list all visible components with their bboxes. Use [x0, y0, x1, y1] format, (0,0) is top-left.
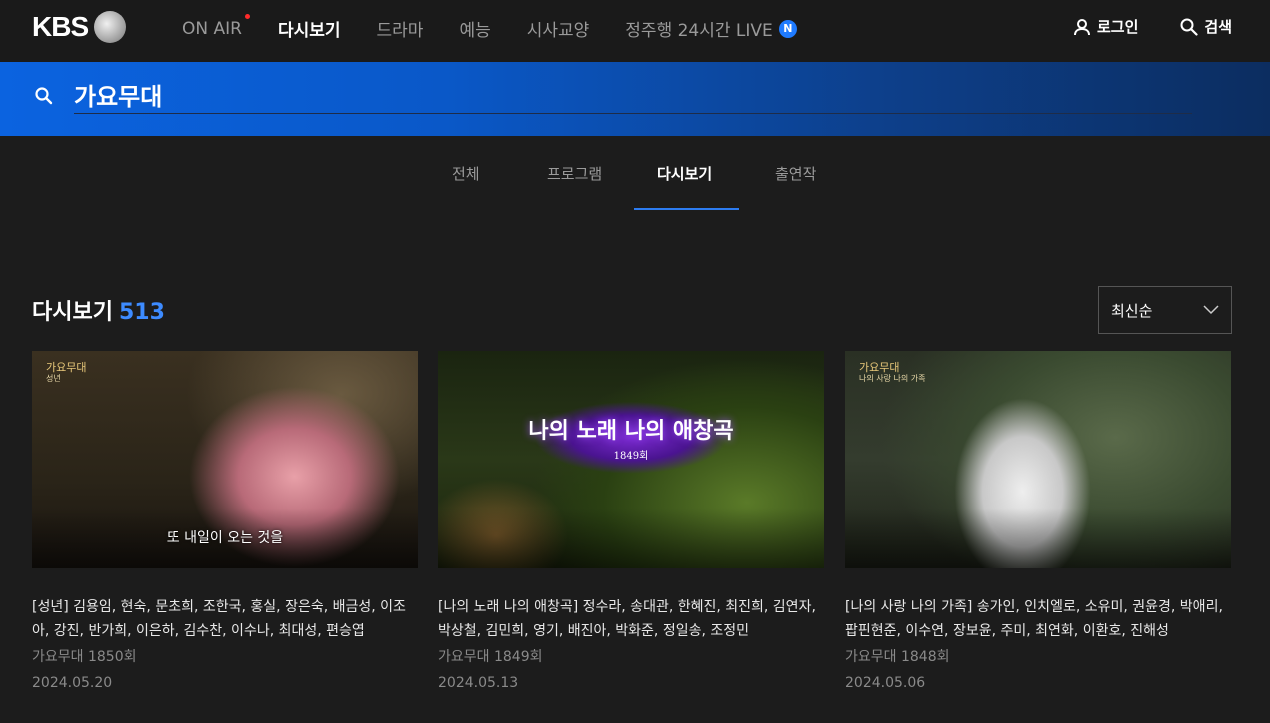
thumbnail-shade — [438, 508, 824, 568]
video-card[interactable]: 가요무대 성년 또 내일이 오는 것을 [성년] 김용임, 현숙, 문초희, 조… — [32, 351, 418, 695]
nav-item-label: 드라마 — [376, 21, 424, 41]
video-program: 가요무대 1849회 — [438, 649, 543, 665]
result-count: 513 — [118, 300, 165, 325]
nav-item-entertainment[interactable]: 예능 — [459, 16, 490, 41]
search-label: 검색 — [1204, 18, 1232, 36]
live-dot-icon — [244, 14, 250, 19]
search-icon — [1180, 18, 1198, 36]
section-title-text: 다시보기 — [32, 300, 113, 325]
thumbnail-shade — [845, 508, 1231, 568]
video-program: 가요무대 1850회 — [32, 649, 137, 665]
nav-item-drama[interactable]: 드라마 — [377, 16, 424, 41]
search-input[interactable] — [74, 76, 1192, 114]
new-badge: N — [778, 19, 797, 38]
thumbnail-sublogo: 나의 사랑 나의 가족 — [859, 374, 926, 383]
search-banner — [0, 62, 1270, 136]
user-icon — [1073, 18, 1091, 36]
top-navigation: KBS ON AIR 다시보기 드라마 예능 시사교양 정주행 24시간 LIV… — [0, 0, 1270, 62]
active-tab-indicator — [634, 208, 739, 210]
thumbnail-caption: 또 내일이 오는 것을 — [166, 530, 284, 546]
tab-all[interactable]: 전체 — [452, 163, 480, 184]
sort-selected-value: 최신순 — [1111, 301, 1153, 320]
video-date: 2024.05.20 — [32, 675, 113, 691]
video-title[interactable]: [나의 사랑 나의 가족] 송가인, 인치엘로, 소유미, 권윤경, 박애리, … — [845, 595, 1231, 643]
thumbnail-title: 나의 노래 나의 애창곡 — [528, 418, 734, 444]
video-thumbnail[interactable]: 가요무대 나의 사랑 나의 가족 — [845, 351, 1231, 568]
search-icon — [34, 86, 54, 110]
chevron-down-icon — [1203, 301, 1219, 319]
section-title: 다시보기 513 — [32, 294, 165, 326]
globe-icon — [94, 11, 127, 43]
video-date: 2024.05.06 — [845, 675, 926, 691]
nav-item-current-affairs[interactable]: 시사교양 — [527, 16, 590, 41]
nav-item-label: 시사교양 — [526, 21, 590, 41]
main-menu: ON AIR 다시보기 드라마 예능 시사교양 정주행 24시간 LIVE N — [182, 14, 833, 41]
nav-item-label: 다시보기 — [277, 21, 341, 41]
tab-programs[interactable]: 프로그램 — [547, 163, 602, 184]
video-program: 가요무대 1848회 — [845, 649, 950, 665]
nav-utility: 로그인 검색 — [1073, 16, 1232, 37]
nav-item-on-air[interactable]: ON AIR — [182, 14, 250, 41]
video-card[interactable]: 가요무대 나의 사랑 나의 가족 [나의 사랑 나의 가족] 송가인, 인치엘로… — [845, 351, 1231, 695]
video-thumbnail[interactable]: 가요무대 성년 또 내일이 오는 것을 — [32, 351, 418, 568]
thumbnail-episode: 1849회 — [613, 451, 649, 462]
result-tabs: 전체 프로그램 다시보기 출연작 — [0, 136, 1270, 210]
logo-text: KBS — [32, 11, 89, 42]
video-title[interactable]: [성년] 김용임, 현숙, 문초희, 조한국, 홍실, 장은숙, 배금성, 이조… — [32, 595, 418, 643]
nav-item-replay[interactable]: 다시보기 — [278, 16, 341, 41]
nav-item-label: 정주행 24시간 LIVE — [625, 21, 773, 41]
kbs-logo[interactable]: KBS — [32, 10, 127, 44]
sort-dropdown[interactable]: 최신순 — [1098, 286, 1232, 334]
nav-item-label: 예능 — [459, 21, 491, 41]
tab-appearances[interactable]: 출연작 — [775, 163, 816, 184]
video-title[interactable]: [나의 노래 나의 애창곡] 정수라, 송대관, 한혜진, 최진희, 김연자, … — [438, 595, 824, 643]
nav-item-24h-live[interactable]: 정주행 24시간 LIVE N — [625, 16, 797, 41]
nav-item-label: ON AIR — [182, 18, 242, 39]
search-button[interactable]: 검색 — [1180, 16, 1232, 37]
video-card[interactable]: 나의 노래 나의 애창곡 1849회 [나의 노래 나의 애창곡] 정수라, 송… — [438, 351, 824, 695]
video-thumbnail[interactable]: 나의 노래 나의 애창곡 1849회 — [438, 351, 824, 568]
video-date: 2024.05.13 — [438, 675, 519, 691]
login-label: 로그인 — [1096, 18, 1139, 36]
login-button[interactable]: 로그인 — [1073, 16, 1138, 37]
tab-replay[interactable]: 다시보기 — [657, 163, 712, 184]
thumbnail-sublogo: 성년 — [46, 374, 61, 383]
